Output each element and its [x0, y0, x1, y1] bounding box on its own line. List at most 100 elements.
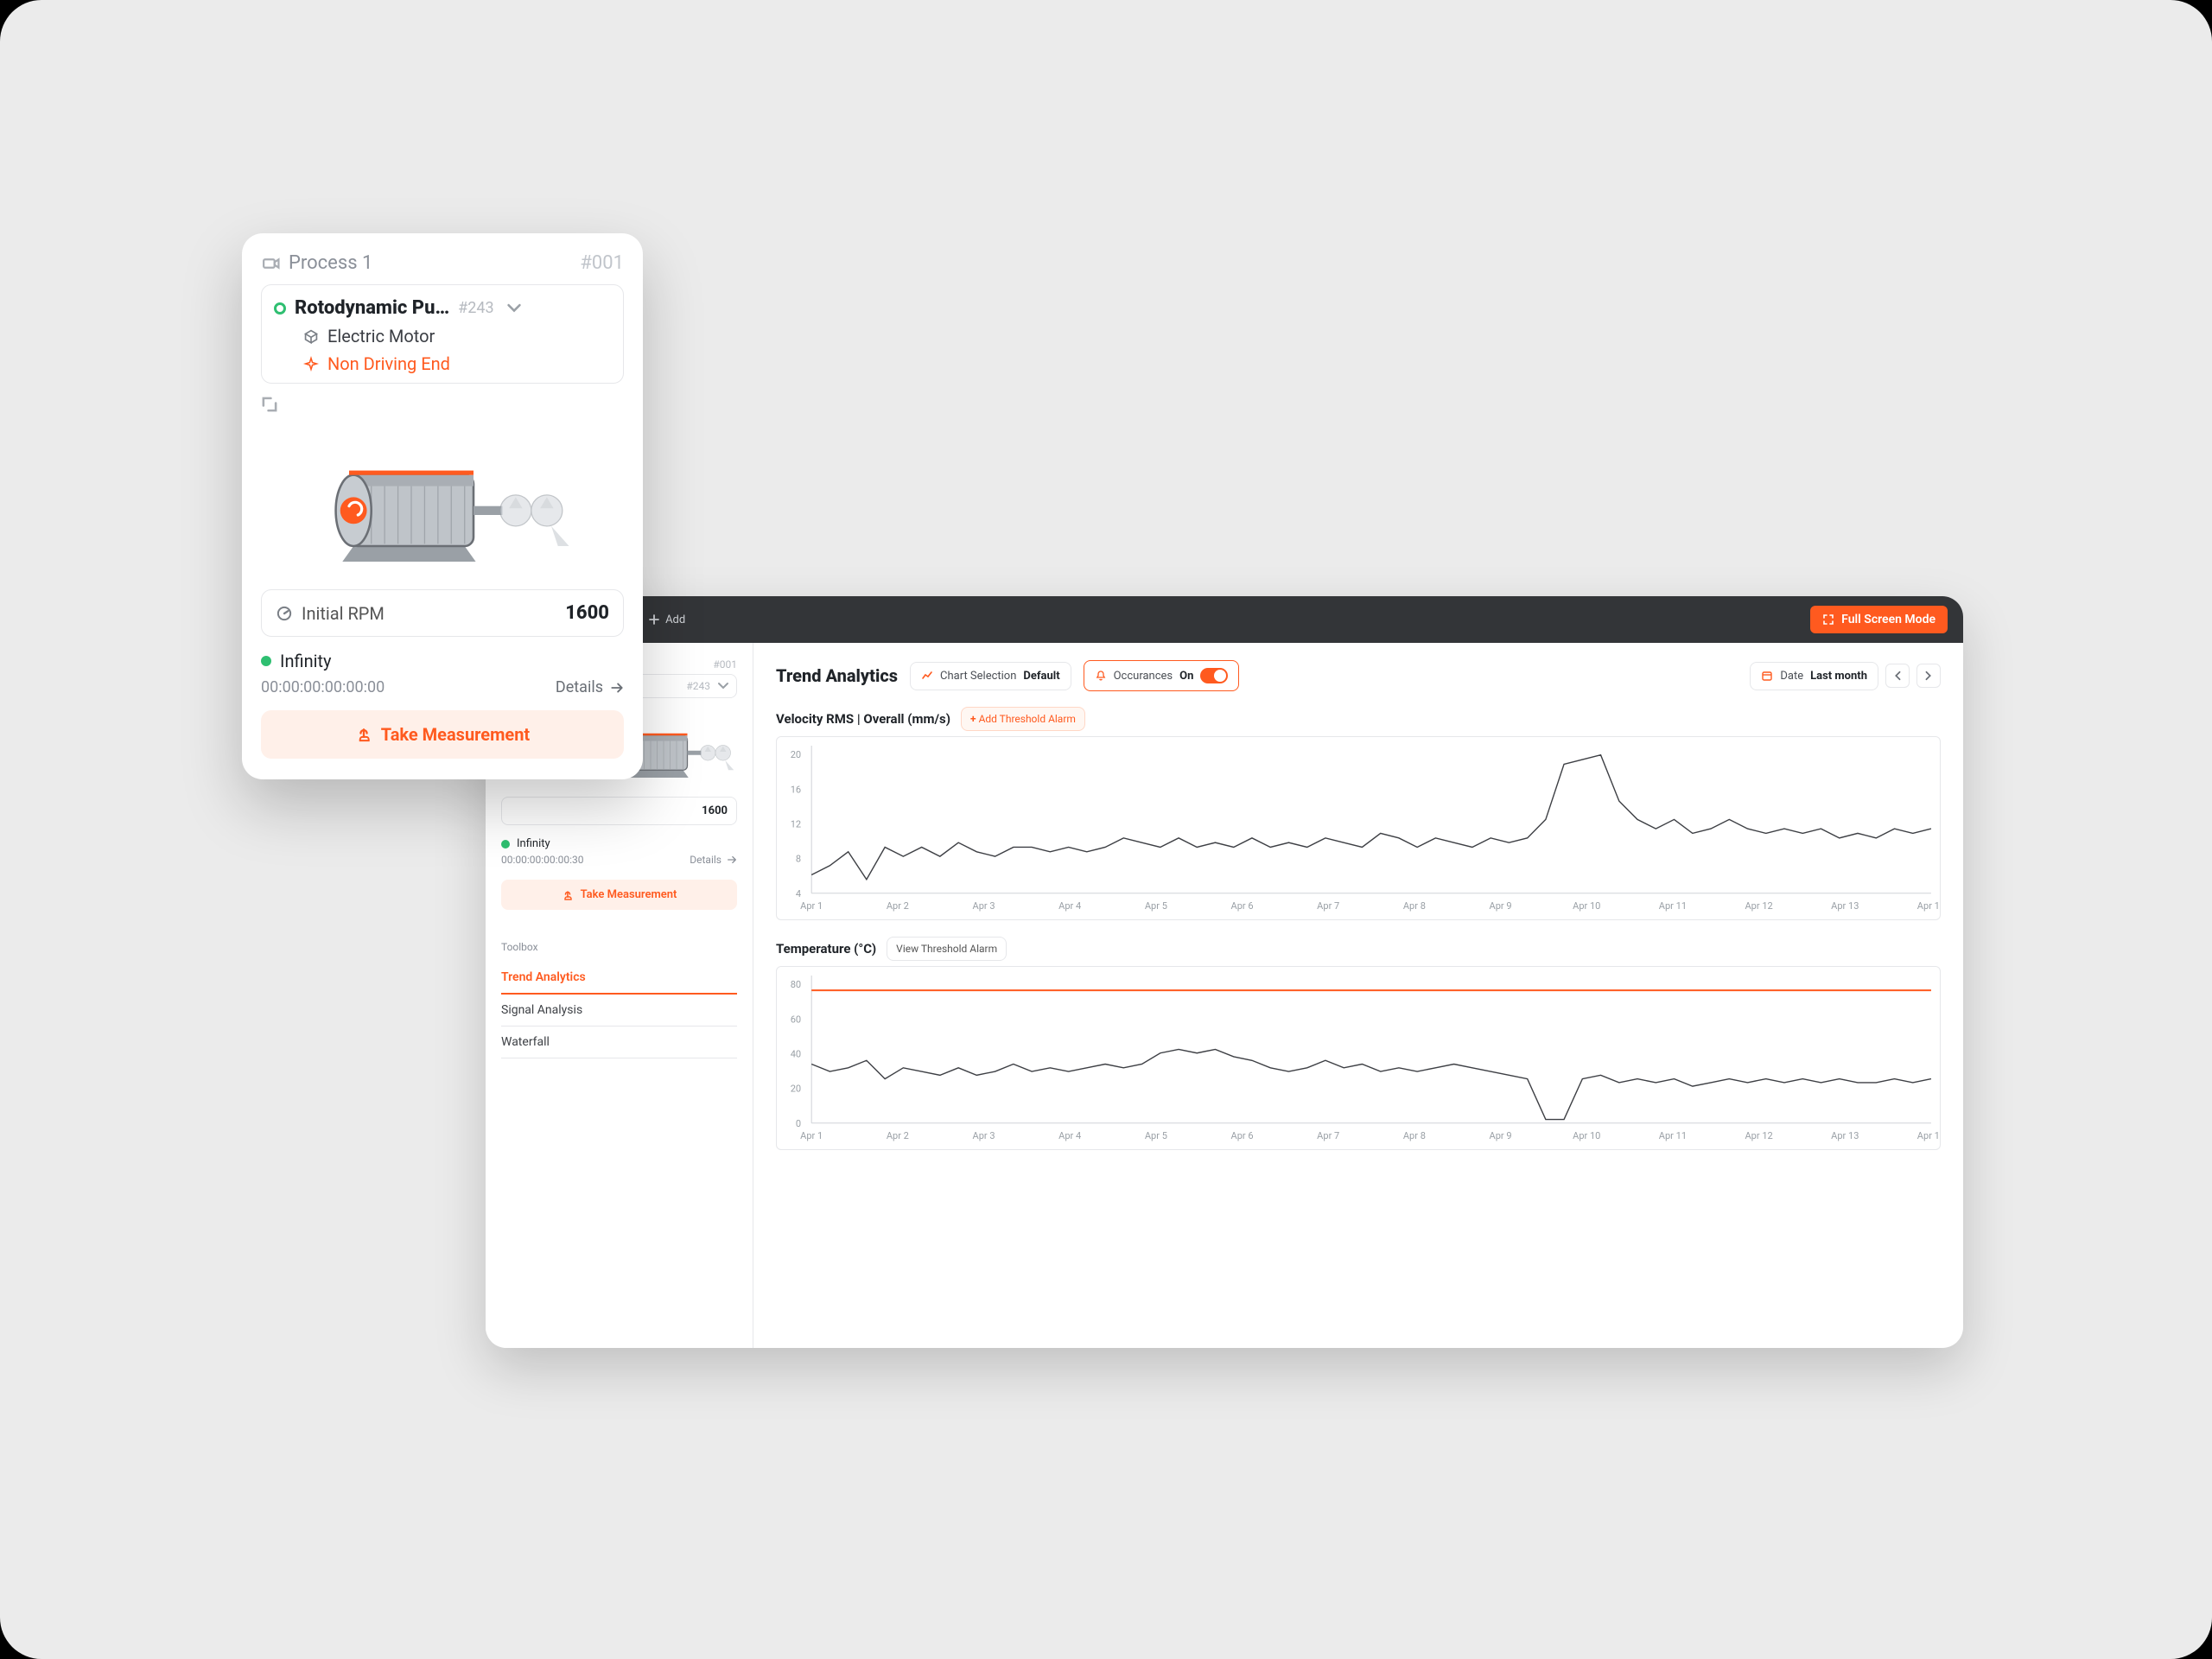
process-label: Process 1 — [289, 252, 372, 274]
toolbox-item-trend[interactable]: Trend Analytics — [501, 962, 737, 995]
svg-text:Apr 12: Apr 12 — [1745, 900, 1772, 912]
expand-button[interactable] — [261, 396, 624, 416]
take-measurement-button[interactable]: Take Measurement — [501, 880, 737, 910]
rpm-value: 1600 — [702, 804, 728, 817]
svg-text:Apr 7: Apr 7 — [1317, 1130, 1339, 1141]
svg-text:Apr 3: Apr 3 — [972, 900, 995, 912]
svg-text:Apr 10: Apr 10 — [1573, 1130, 1600, 1141]
date-range-control: Date Last month — [1750, 662, 1941, 690]
occurrences-chip[interactable]: Occurances On — [1084, 660, 1240, 691]
spark-icon — [303, 356, 319, 372]
temperature-plot[interactable]: 0 20 40 60 80 Apr 1Apr 2Apr 3Apr 4Apr 5A… — [777, 967, 1940, 1149]
svg-text:Apr 8: Apr 8 — [1403, 1130, 1426, 1141]
details-label: Details — [556, 678, 603, 696]
svg-text:Apr 14: Apr 14 — [1917, 900, 1940, 912]
bell-icon — [1095, 670, 1107, 682]
fullscreen-button[interactable]: Full Screen Mode — [1810, 606, 1948, 633]
fullscreen-label: Full Screen Mode — [1841, 613, 1936, 626]
linechart-icon — [921, 670, 933, 682]
svg-text:Apr 1: Apr 1 — [800, 1130, 823, 1141]
details-button[interactable]: Details — [556, 678, 624, 696]
calendar-icon — [1761, 670, 1773, 682]
tap-icon — [355, 726, 372, 743]
arrow-right-icon — [610, 681, 624, 695]
add-threshold-button[interactable]: + Add Threshold Alarm — [961, 707, 1085, 731]
toolbox: Toolbox Trend Analytics Signal Analysis … — [501, 941, 737, 1058]
analytics-main: Trend Analytics Chart Selection Default … — [753, 643, 1963, 1348]
svg-text:Apr 9: Apr 9 — [1490, 900, 1512, 912]
svg-text:Apr 14: Apr 14 — [1917, 1130, 1940, 1141]
toolbox-item-signal[interactable]: Signal Analysis — [501, 995, 737, 1027]
arrow-right-icon — [727, 855, 737, 865]
view-threshold-button[interactable]: View Threshold Alarm — [887, 937, 1007, 961]
svg-text:Apr 5: Apr 5 — [1145, 1130, 1167, 1141]
take-label: Take Measurement — [381, 724, 530, 745]
motor-icon — [304, 422, 581, 577]
svg-text:8: 8 — [796, 854, 801, 865]
connection-status: Infinity — [261, 651, 624, 671]
expand-icon — [261, 396, 278, 413]
status-dot-icon — [274, 302, 286, 315]
svg-text:Apr 5: Apr 5 — [1145, 900, 1167, 912]
toolbox-item-waterfall[interactable]: Waterfall — [501, 1027, 737, 1058]
svg-text:Apr 1: Apr 1 — [800, 900, 823, 912]
rpm-readout: 1600 — [501, 797, 737, 825]
fullscreen-icon — [1822, 613, 1834, 626]
details-link[interactable]: Details — [690, 854, 737, 866]
analytics-header-row: Trend Analytics Chart Selection Default … — [776, 660, 1941, 691]
svg-text:Apr 6: Apr 6 — [1231, 1130, 1254, 1141]
occurrences-value: On — [1179, 670, 1193, 683]
occurrences-label: Occurances — [1114, 670, 1173, 683]
status-dot-icon — [501, 840, 510, 849]
svg-text:Apr 13: Apr 13 — [1831, 1130, 1859, 1141]
date-prev-button[interactable] — [1885, 664, 1910, 688]
chevron-right-icon — [1923, 671, 1934, 681]
svg-text:20: 20 — [791, 749, 801, 760]
toolbox-heading: Toolbox — [501, 941, 737, 953]
chart-selection-value: Default — [1023, 670, 1059, 683]
svg-text:80: 80 — [791, 979, 801, 990]
svg-text:Apr 3: Apr 3 — [972, 1130, 995, 1141]
add-label: Add — [665, 613, 685, 626]
equipment-card[interactable]: Rotodynamic Pu… #243 Electric Motor Non … — [261, 284, 624, 384]
svg-text:Apr 2: Apr 2 — [887, 1130, 909, 1141]
rpm-label: Initial RPM — [302, 603, 385, 624]
equipment-name: Rotodynamic Pu… — [295, 297, 449, 319]
svg-text:Apr 9: Apr 9 — [1490, 1130, 1512, 1141]
svg-text:Apr 6: Apr 6 — [1231, 900, 1254, 912]
initial-rpm-field[interactable]: Initial RPM 1600 — [261, 589, 624, 637]
process-breadcrumb[interactable]: Process 1 — [261, 252, 372, 274]
plus-icon — [648, 613, 660, 626]
timecode: 00:00:00:00:00:30 — [501, 850, 583, 869]
temperature-chart-title: Temperature (°C) — [776, 941, 876, 957]
occurrences-toggle[interactable] — [1200, 668, 1228, 683]
chevron-down-icon[interactable] — [506, 301, 522, 316]
equipment-illustration — [261, 422, 624, 577]
equipment-hash: #243 — [686, 680, 710, 692]
svg-text:40: 40 — [791, 1048, 801, 1059]
date-next-button[interactable] — [1916, 664, 1941, 688]
process-id: #001 — [580, 252, 624, 274]
chart-selection-chip[interactable]: Chart Selection Default — [910, 662, 1071, 690]
date-range-chip[interactable]: Date Last month — [1750, 662, 1878, 690]
svg-text:12: 12 — [791, 818, 801, 830]
measurement-point-label: Non Driving End — [327, 353, 450, 374]
dashboard-topbar: Rotodynamic… Process 1 Add Full Screen M… — [486, 596, 1963, 643]
svg-text:16: 16 — [791, 784, 801, 795]
take-measurement-button[interactable]: Take Measurement — [261, 710, 624, 759]
add-tab-button[interactable]: Add — [639, 608, 694, 632]
tap-icon — [562, 889, 574, 901]
svg-text:Apr 10: Apr 10 — [1573, 900, 1600, 912]
svg-text:Apr 13: Apr 13 — [1831, 900, 1859, 912]
svg-text:Apr 11: Apr 11 — [1659, 900, 1687, 912]
chevron-down-icon — [717, 680, 729, 692]
status-line: Infinity — [501, 837, 737, 850]
velocity-plot[interactable]: 4 8 12 16 20 Apr 1Apr 2Apr 3Apr 4Apr 5Ap… — [777, 737, 1940, 919]
date-value: Last month — [1810, 670, 1867, 683]
svg-text:4: 4 — [796, 888, 801, 899]
page-title: Trend Analytics — [776, 665, 898, 686]
svg-text:Apr 8: Apr 8 — [1403, 900, 1426, 912]
svg-text:Apr 4: Apr 4 — [1058, 900, 1081, 912]
component-label: Electric Motor — [327, 326, 435, 346]
status-text: Infinity — [517, 837, 550, 850]
